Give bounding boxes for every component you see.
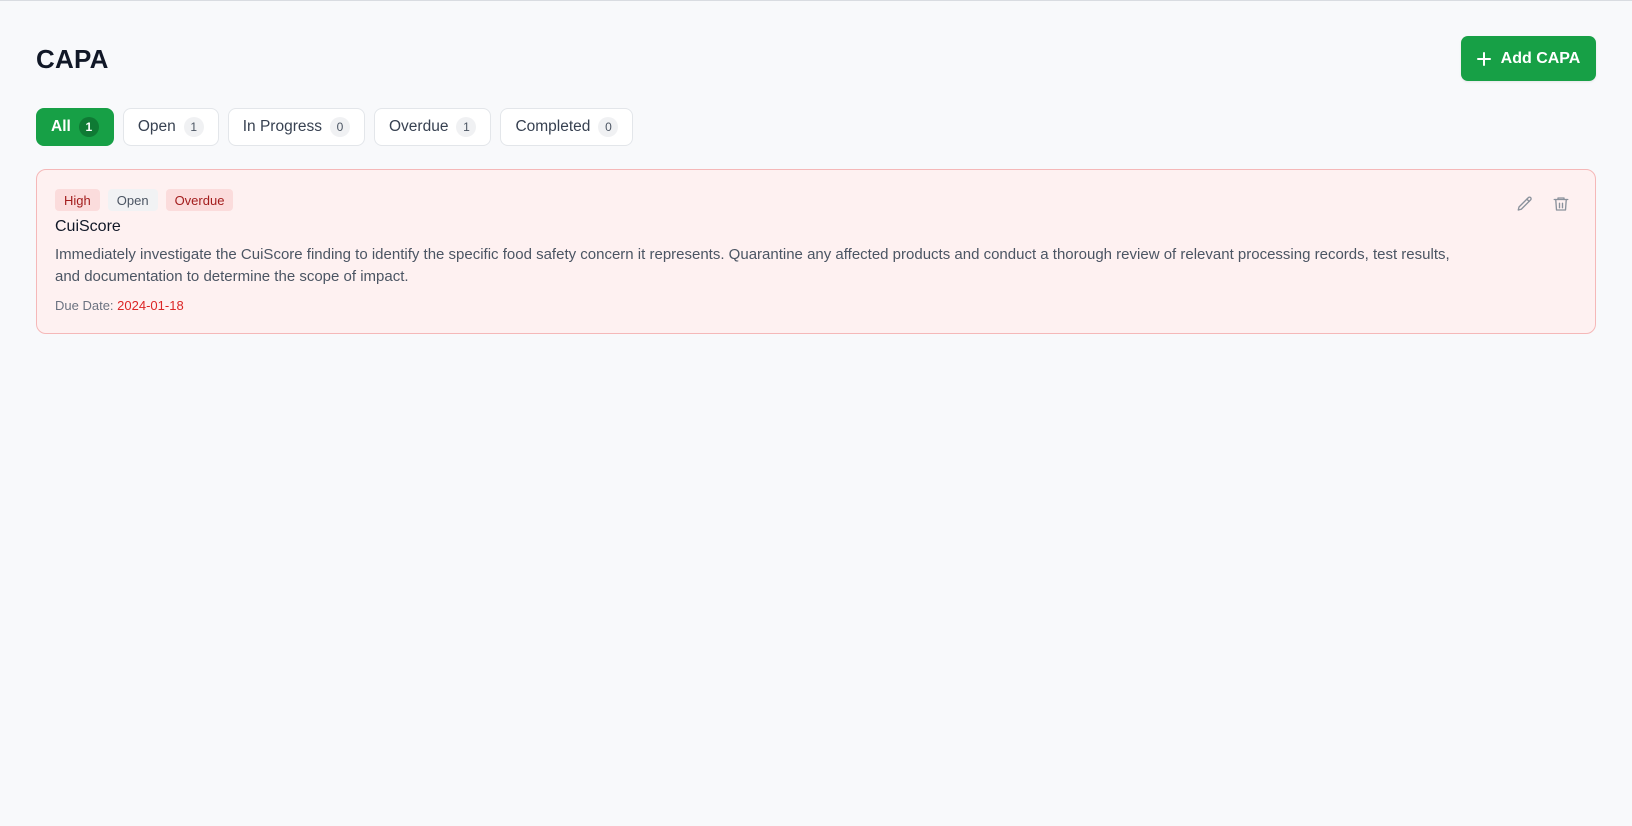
tab-open[interactable]: Open 1 xyxy=(122,108,219,146)
priority-badge: High xyxy=(55,189,100,211)
capa-title: CuiScore xyxy=(55,218,121,235)
due-date-value: 2024-01-18 xyxy=(117,298,184,313)
overdue-badge: Overdue xyxy=(165,189,234,211)
tab-label: Overdue xyxy=(389,118,449,135)
add-capa-label: Add CAPA xyxy=(1500,49,1581,67)
capa-description: Immediately investigate the CuiScore fin… xyxy=(55,246,1450,285)
capa-badges: High Open Overdue xyxy=(55,189,234,211)
tab-label: Open xyxy=(137,118,176,135)
plus-icon xyxy=(1476,51,1491,66)
trash-icon[interactable] xyxy=(1551,194,1571,214)
add-capa-button[interactable]: Add CAPA xyxy=(1461,36,1596,81)
tab-label: In Progress xyxy=(242,118,322,135)
due-date-line: Due Date: 2024-01-18 xyxy=(55,298,184,313)
tab-overdue[interactable]: Overdue 1 xyxy=(374,108,492,146)
page-title: CAPA xyxy=(36,44,109,74)
tab-label: All xyxy=(51,118,71,135)
tab-in-progress[interactable]: In Progress 0 xyxy=(227,108,365,146)
tab-completed[interactable]: Completed 0 xyxy=(500,108,634,146)
tab-count: 1 xyxy=(456,117,477,137)
filter-tabs: All 1 Open 1 In Progress 0 Overdue 1 Com… xyxy=(36,108,634,146)
tab-count: 0 xyxy=(330,117,350,137)
due-date-label: Due Date: xyxy=(55,298,114,313)
status-badge: Open xyxy=(107,189,158,211)
tab-count: 0 xyxy=(598,117,619,137)
capa-card[interactable]: High Open Overdue CuiScore Immediately i… xyxy=(36,169,1596,334)
card-actions xyxy=(1515,194,1571,214)
tab-label: Completed xyxy=(515,118,591,135)
tab-count: 1 xyxy=(78,117,99,137)
page-header: CAPA Add CAPA xyxy=(36,36,1596,81)
tab-count: 1 xyxy=(183,117,204,137)
top-border xyxy=(0,0,1632,1)
tab-all[interactable]: All 1 xyxy=(36,108,114,146)
edit-icon[interactable] xyxy=(1515,194,1535,214)
